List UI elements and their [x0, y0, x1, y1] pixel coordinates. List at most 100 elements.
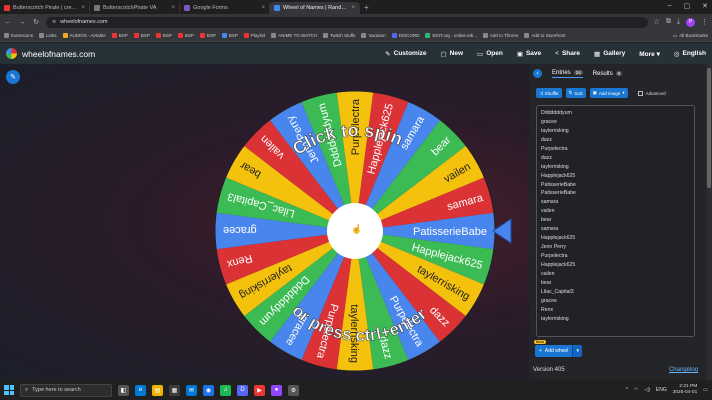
- taskbar-search[interactable]: ⌕ Type here to search: [20, 383, 112, 397]
- bookmark-item[interactable]: AUDIOS - Airtable: [62, 33, 106, 38]
- forward-icon[interactable]: →: [18, 19, 26, 26]
- menu-more-button[interactable]: More ▾: [639, 50, 660, 58]
- menu-open-button[interactable]: ▭ Open: [477, 50, 503, 58]
- close-tab-icon[interactable]: ×: [171, 5, 175, 11]
- network-icon[interactable]: ◠: [634, 387, 638, 393]
- sort-label: Sort: [574, 90, 583, 96]
- bookmark-item[interactable]: ANIME TO WATCH: [271, 33, 317, 38]
- menu-label: Share: [561, 50, 581, 57]
- downloads-icon[interactable]: ⤓: [677, 18, 680, 26]
- taskbar-app-icon[interactable]: ●: [271, 384, 282, 396]
- bookmark-label: DISCORD: [398, 33, 420, 38]
- entry-line: Happlejack625: [541, 261, 576, 268]
- shuffle-button[interactable]: ⤨ Shuffle: [536, 88, 562, 98]
- site-info-icon[interactable]: ⊜: [52, 19, 56, 25]
- url-field[interactable]: ⊜ wheelofnames.com: [46, 16, 648, 28]
- page-scrollbar[interactable]: [706, 64, 712, 380]
- bookmark-item[interactable]: Twitch Stuffs: [323, 33, 355, 38]
- brand-title[interactable]: wheelofnames.com: [22, 49, 95, 59]
- maximize-icon[interactable]: ▢: [684, 2, 691, 10]
- bookmark-item[interactable]: Vacation: [361, 33, 386, 38]
- bookmark-item[interactable]: Playlist: [243, 33, 265, 38]
- browser-tab-strip: Butterscotch Pirate | creating t×Butters…: [0, 0, 712, 14]
- bookmark-item[interactable]: BSP: [221, 33, 238, 38]
- minimize-icon[interactable]: –: [668, 2, 672, 10]
- advanced-toggle[interactable]: Advanced: [637, 90, 666, 96]
- bookmark-item[interactable]: BSP: [177, 33, 194, 38]
- browser-menu-icon[interactable]: ⋮: [701, 18, 708, 26]
- menu-share-button[interactable]: < Share: [555, 50, 580, 57]
- edit-title-pencil-icon[interactable]: ✎: [6, 70, 20, 84]
- browser-tab[interactable]: ButterscotchPirate VA ×: [90, 2, 180, 14]
- menu-customize-button[interactable]: ✎ Customize: [385, 50, 426, 58]
- close-tab-icon[interactable]: ×: [81, 5, 85, 11]
- menu-gallery-button[interactable]: ▦ Gallery: [594, 50, 625, 58]
- add-image-button[interactable]: ▣ Add image ▾: [589, 88, 628, 98]
- image-icon: ▣: [592, 90, 597, 95]
- new-tab-button[interactable]: +: [364, 2, 369, 14]
- taskbar-app-icon[interactable]: ▤: [152, 384, 163, 396]
- taskbar-app-icon[interactable]: ⚙: [288, 384, 299, 396]
- add-wheel-dropdown[interactable]: ▾: [572, 345, 583, 357]
- bookmark-label: AUDIOS - Airtable: [69, 33, 106, 38]
- taskbar-app-icon[interactable]: ♫: [220, 384, 231, 396]
- menu-save-button[interactable]: ▣ Save: [517, 50, 541, 58]
- bookmark-item[interactable]: DISCORD: [391, 33, 420, 38]
- notifications-icon[interactable]: ▭: [703, 387, 708, 393]
- advanced-checkbox[interactable]: [637, 90, 643, 96]
- language-indicator[interactable]: ENG: [656, 387, 667, 393]
- gallery-icon: ▦: [594, 50, 601, 58]
- taskbar-app-icon[interactable]: ◧: [118, 384, 129, 396]
- browser-tab[interactable]: Butterscotch Pirate | creating t×: [0, 2, 90, 14]
- changelog-link[interactable]: Changelog: [669, 367, 698, 373]
- close-window-icon[interactable]: ✕: [702, 2, 708, 10]
- sort-button[interactable]: ⇅ Sort: [565, 88, 586, 98]
- taskbar-app-icon[interactable]: ◉: [203, 384, 214, 396]
- add-wheel-button[interactable]: Beta + Add wheel: [534, 340, 573, 357]
- browser-tab-label: Butterscotch Pirate | creating t: [13, 5, 78, 11]
- clock[interactable]: 2:21 PM 2025-04-01: [673, 384, 698, 396]
- back-icon[interactable]: ←: [4, 19, 12, 26]
- reload-icon[interactable]: ↻: [32, 18, 40, 26]
- entries-textarea[interactable]: Dddddddyum gracee taylerrisking dazz Purpele…: [536, 105, 695, 337]
- windows-start-icon[interactable]: [4, 385, 14, 395]
- bookmark-item[interactable]: Add to Storefront: [524, 33, 565, 38]
- taskbar-app-icon[interactable]: D: [237, 384, 248, 396]
- menu-english-button[interactable]: ◎ English: [674, 50, 706, 58]
- bookmark-item[interactable]: Links: [39, 33, 57, 38]
- collapse-panel-button[interactable]: ›: [533, 69, 542, 78]
- bookmark-item[interactable]: Add to Throne: [482, 33, 518, 38]
- bookmark-favicon-icon: [391, 33, 397, 38]
- bookmark-item[interactable]: Extensions: [4, 33, 33, 38]
- bookmark-star-icon[interactable]: ☆: [654, 18, 660, 26]
- bookmark-label: BSP: [206, 33, 216, 38]
- taskbar-app-icon[interactable]: ▶: [254, 384, 265, 396]
- profile-avatar[interactable]: P: [686, 17, 695, 27]
- bookmark-item[interactable]: BSP: [111, 33, 128, 38]
- bookmark-favicon-icon: [133, 33, 139, 38]
- entry-line: Lilac_Capital3: [541, 288, 574, 295]
- bookmark-item[interactable]: BSP: [155, 33, 172, 38]
- menu-new-button[interactable]: ▢ New: [441, 50, 464, 58]
- bookmark-item[interactable]: EDIT.org - online edi...: [425, 33, 477, 38]
- bookmark-favicon-icon: [199, 33, 205, 38]
- bookmark-label: BSP: [184, 33, 194, 38]
- windows-taskbar: ⌕ Type here to search ◧ e ▤ ▦ ✉ ◉ ♫ D ▶ ● ⚙ ^ ◠ ◁)…: [0, 380, 712, 400]
- tab-entries[interactable]: Entries 24: [552, 70, 583, 78]
- all-bookmarks-folder[interactable]: ▭ All Bookmarks: [673, 33, 708, 39]
- entry-line: Purpelectra: [541, 253, 568, 259]
- taskbar-app-icon[interactable]: ✉: [186, 384, 197, 396]
- close-tab-icon[interactable]: ×: [261, 5, 265, 11]
- bookmark-item[interactable]: BSP: [133, 33, 150, 38]
- scrollbar-thumb[interactable]: [707, 68, 711, 188]
- taskbar-app-icon[interactable]: e: [135, 384, 146, 396]
- browser-tab[interactable]: Google Forms ×: [180, 2, 270, 14]
- browser-tab[interactable]: Wheel of Names | Random nam×: [270, 2, 360, 14]
- bookmark-item[interactable]: BSP: [199, 33, 216, 38]
- close-tab-icon[interactable]: ×: [351, 5, 355, 11]
- tray-chevron-icon[interactable]: ^: [626, 387, 628, 393]
- volume-icon[interactable]: ◁): [644, 387, 650, 393]
- taskbar-app-icon[interactable]: ▦: [169, 384, 180, 396]
- tab-results[interactable]: Results 0: [593, 71, 623, 77]
- extensions-icon[interactable]: ⧉: [666, 18, 671, 26]
